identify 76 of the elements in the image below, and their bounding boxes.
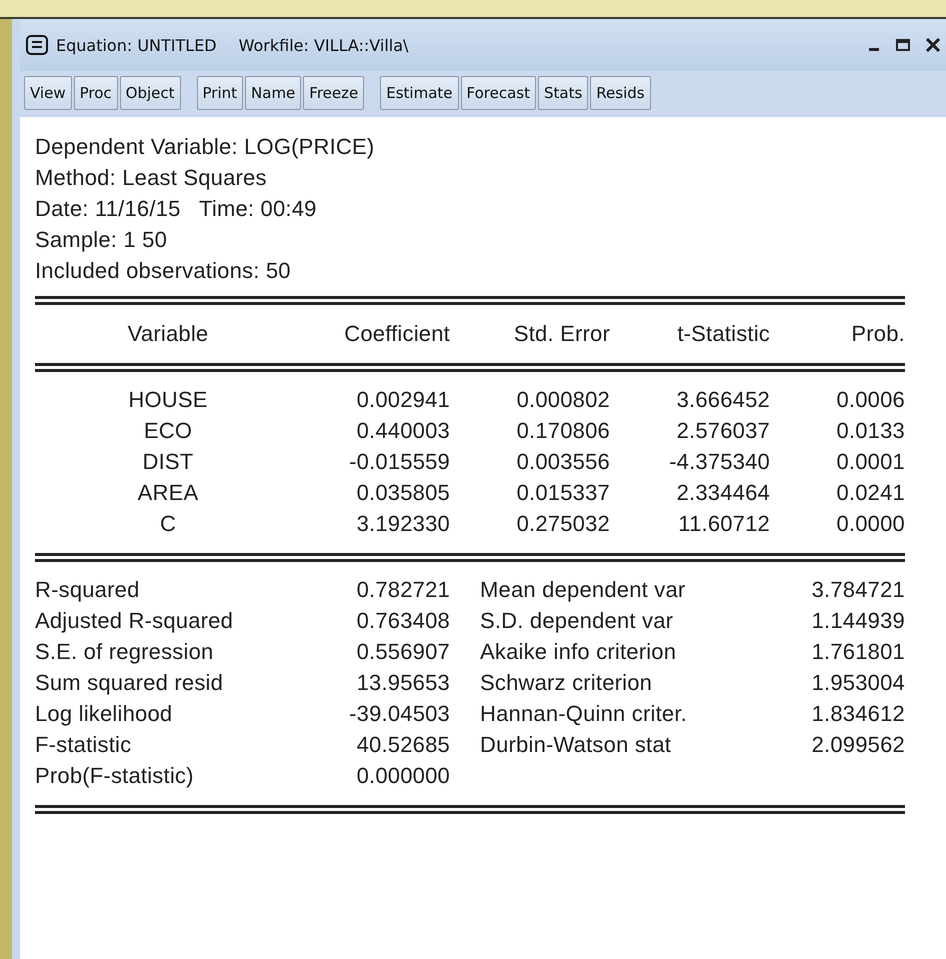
table-cell-text: 0.015337 [516,479,610,507]
column-header: Std. Error [512,320,610,348]
table-cell-text: 2.576037 [676,417,770,445]
menu-icon[interactable] [26,35,48,55]
statistic-label: Log likelihood [35,700,174,728]
statistic-label: S.D. dependent var [479,607,674,635]
table-cell-text: 0.002941 [356,386,450,414]
table-cell-text: ECO [142,417,194,445]
column-header: Variable [126,320,210,348]
statistic-value: 1.953004 [810,669,905,697]
table-cell-text: 0.003556 [516,448,610,476]
statistic-label: Akaike info criterion [479,638,678,666]
column-header: t-Statistic [676,320,770,348]
toolbar-button[interactable]: Estimate [380,76,458,110]
table-cell-text: -4.375340 [668,448,770,476]
table-cell-text: 3.192330 [356,510,450,538]
table-cell-text: 0.275032 [516,510,610,538]
statistic-label: Sum squared resid [35,669,224,697]
table-cell-text: 0.170806 [516,417,610,445]
toolbar-button[interactable]: Object [120,76,181,110]
statistic-value: -39.04503 [348,700,450,728]
statistic-value: 1.144939 [810,607,905,635]
toolbar-button[interactable]: Stats [538,76,588,110]
table-cell-text: C [158,510,178,538]
statistic-value: 40.52685 [356,731,450,759]
toolbar-button[interactable]: Proc [74,76,118,110]
workfile-title: Workfile: VILLA::Villa\ [238,36,408,54]
close-icon[interactable] [926,38,940,52]
toolbar-button[interactable]: Name [245,76,302,110]
table-cell-text: 0.0006 [836,386,905,414]
statistic-label: Schwarz criterion [479,669,654,697]
toolbar-button[interactable]: Print [196,76,244,110]
table-cell-text: DIST [142,448,194,476]
header-line: Dependent Variable: LOG(PRICE) [35,133,376,161]
table-cell-text: 11.60712 [677,510,770,538]
statistic-label: Hannan-Quinn criter. [479,700,688,728]
column-header: Prob. [850,320,905,348]
statistic-label: Adjusted R-squared [35,607,234,635]
statistic-label: Prob(F-statistic) [35,762,195,790]
statistic-label: F-statistic [35,731,132,759]
table-cell-text: 2.334464 [676,479,770,507]
statistic-value: 1.834612 [810,700,905,728]
statistic-value: 1.761801 [810,638,905,666]
table-cell-text: AREA [136,479,200,507]
statistic-value: 0.556907 [356,638,450,666]
window-title: Equation: UNTITLED [56,36,217,54]
toolbar-button[interactable]: Forecast [460,76,536,110]
table-cell-text: 0.0000 [836,510,905,538]
table-cell-text: 3.666452 [676,386,770,414]
header-line: Date: 11/16/15 Time: 00:49 [35,195,318,223]
toolbar-button[interactable]: Freeze [303,76,364,110]
table-cell-text: 0.0241 [836,479,905,507]
statistic-label: Mean dependent var [479,576,686,604]
toolbar-button[interactable]: Resids [590,76,651,110]
statistic-value: 0.782721 [356,576,450,604]
maximize-icon[interactable] [896,39,910,51]
statistic-label: S.E. of regression [35,638,214,666]
statistic-label: R-squared [35,576,141,604]
table-cell-text: 0.0001 [836,448,905,476]
statistic-value: 2.099562 [810,731,905,759]
table-cell-text: 0.035805 [356,479,450,507]
toolbar-button[interactable]: View [24,76,72,110]
table-cell-text: 0.440003 [356,417,450,445]
statistic-value: 0.763408 [356,607,450,635]
table-cell-text: 0.0133 [836,417,905,445]
table-cell-text: -0.015559 [348,448,450,476]
header-line: Sample: 1 50 [35,226,168,254]
statistic-value: 3.784721 [810,576,905,604]
statistic-value: 0.000000 [356,762,450,790]
column-header: Coefficient [343,320,450,348]
statistic-label: Durbin-Watson stat [479,731,672,759]
table-cell-text: 0.000802 [516,386,610,414]
header-line: Method: Least Squares [35,164,268,192]
statistic-value: 13.95653 [356,669,450,697]
header-line: Included observations: 50 [35,257,292,285]
table-cell-text: HOUSE [127,386,209,414]
